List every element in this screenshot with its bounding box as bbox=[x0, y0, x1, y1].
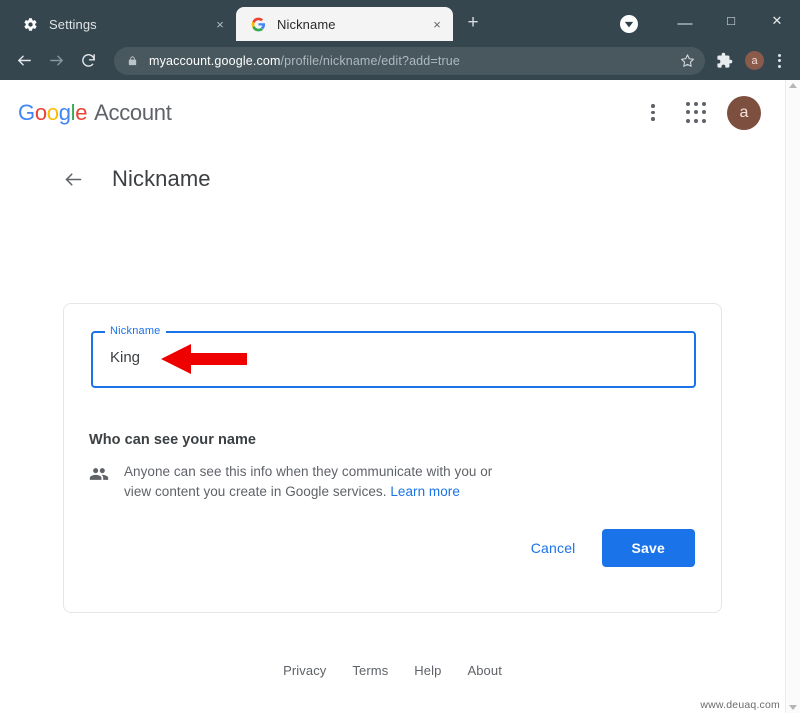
logo-letter-o1: o bbox=[34, 99, 47, 125]
browser-window: Settings × Nickname × + — □ ✕ myaccount.… bbox=[0, 0, 800, 713]
page-scrollbar[interactable] bbox=[785, 80, 800, 713]
maximize-button[interactable]: □ bbox=[708, 6, 754, 36]
close-window-button[interactable]: ✕ bbox=[754, 6, 800, 36]
reload-icon[interactable] bbox=[74, 47, 102, 75]
google-account-logo: Google Account bbox=[18, 100, 172, 126]
url-text: myaccount.google.com/profile/nickname/ed… bbox=[149, 54, 672, 68]
logo-letter-g2: g bbox=[58, 99, 71, 125]
page-viewport: Google Account a Nickname Nickname King … bbox=[0, 80, 800, 713]
window-controls: — □ ✕ bbox=[620, 0, 800, 41]
page-footer: Privacy Terms Help About bbox=[0, 663, 785, 678]
back-arrow-icon[interactable] bbox=[60, 166, 86, 192]
nickname-field-label: Nickname bbox=[105, 325, 166, 337]
download-indicator-icon[interactable] bbox=[620, 14, 638, 33]
logo-letter-e: e bbox=[75, 99, 88, 125]
url-host: myaccount.google.com bbox=[149, 53, 281, 68]
logo-letter-g1: G bbox=[18, 99, 35, 125]
tab-title: Nickname bbox=[277, 16, 336, 32]
tab-close-icon[interactable]: × bbox=[210, 14, 230, 34]
avatar[interactable]: a bbox=[727, 95, 761, 130]
url-path: /profile/nickname/edit?add=true bbox=[280, 53, 460, 68]
page-title-row: Nickname bbox=[0, 145, 785, 195]
three-dot-menu-icon[interactable] bbox=[641, 101, 665, 125]
footer-link-about[interactable]: About bbox=[467, 663, 501, 678]
tab-strip: Settings × Nickname × + — □ ✕ bbox=[0, 0, 800, 41]
cancel-button[interactable]: Cancel bbox=[519, 531, 588, 565]
footer-link-help[interactable]: Help bbox=[414, 663, 441, 678]
google-account-header: Google Account a bbox=[0, 80, 785, 145]
new-tab-button[interactable]: + bbox=[459, 9, 487, 37]
scroll-down-arrow-icon[interactable] bbox=[789, 705, 797, 710]
header-actions: a bbox=[641, 95, 761, 130]
card-actions: Cancel Save bbox=[519, 529, 695, 567]
nickname-field-value: King bbox=[110, 349, 141, 366]
visibility-info-row: Anyone can see this info when they commu… bbox=[89, 462, 494, 501]
bookmark-star-icon[interactable] bbox=[680, 53, 695, 68]
tab-title: Settings bbox=[49, 16, 97, 32]
footer-link-privacy[interactable]: Privacy bbox=[283, 663, 326, 678]
learn-more-link[interactable]: Learn more bbox=[390, 484, 460, 499]
google-account-page: Google Account a Nickname Nickname King … bbox=[0, 80, 785, 713]
tab-close-icon[interactable]: × bbox=[427, 14, 447, 34]
tab-nickname[interactable]: Nickname × bbox=[236, 7, 453, 41]
people-icon bbox=[89, 464, 111, 501]
section-title: Who can see your name bbox=[89, 432, 257, 448]
visibility-info-text: Anyone can see this info when they commu… bbox=[124, 462, 494, 501]
tab-settings[interactable]: Settings × bbox=[8, 7, 236, 41]
scroll-up-arrow-icon[interactable] bbox=[789, 83, 797, 88]
product-name: Account bbox=[94, 99, 172, 125]
footer-link-terms[interactable]: Terms bbox=[352, 663, 388, 678]
minimize-button[interactable]: — bbox=[662, 6, 708, 36]
nickname-card: Nickname King Who can see your name Anyo… bbox=[63, 303, 722, 613]
back-arrow-icon[interactable] bbox=[10, 47, 38, 75]
browser-toolbar: myaccount.google.com/profile/nickname/ed… bbox=[0, 41, 800, 80]
red-arrow-left bbox=[161, 343, 247, 380]
save-button[interactable]: Save bbox=[601, 529, 695, 567]
three-dot-menu-icon[interactable] bbox=[768, 53, 790, 68]
watermark: www.deuaq.com bbox=[700, 699, 780, 711]
forward-arrow-icon bbox=[42, 47, 70, 75]
logo-letter-o2: o bbox=[46, 99, 59, 125]
lock-icon bbox=[127, 55, 138, 67]
gear-icon bbox=[22, 16, 38, 32]
browser-profile-avatar[interactable]: a bbox=[745, 51, 764, 70]
puzzle-piece-icon[interactable] bbox=[711, 52, 737, 69]
google-g-icon bbox=[250, 16, 266, 32]
address-bar[interactable]: myaccount.google.com/profile/nickname/ed… bbox=[114, 46, 705, 75]
page-title: Nickname bbox=[112, 166, 211, 191]
apps-grid-icon[interactable] bbox=[685, 102, 707, 124]
